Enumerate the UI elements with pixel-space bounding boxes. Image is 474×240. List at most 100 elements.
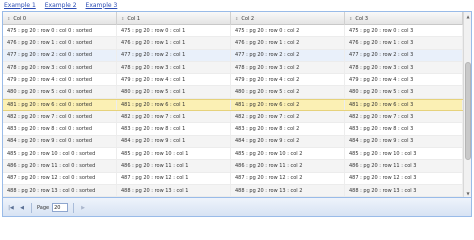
table-cell-col-2: 485 : pg 20 : row 10 : col 2	[231, 147, 345, 160]
table-cell-col-3: 480 : pg 20 : row 5 : col 3	[345, 86, 463, 98]
table-row[interactable]: 482 : pg 20 : row 7 : col 0 : sorted 482 …	[3, 111, 463, 124]
table-cell-col-2: 478 : pg 20 : row 3 : col 2	[231, 61, 345, 74]
next-page-icon[interactable]: ▶	[79, 204, 87, 212]
table-cell-col-1: 479 : pg 20 : row 4 : col 1	[117, 74, 231, 86]
table-cell-col-1: 486 : pg 20 : row 11 : col 1	[117, 160, 231, 172]
table-cell-col-1: 476 : pg 20 : row 1 : col 1	[117, 37, 231, 49]
sort-arrow-icon: ⇕	[235, 16, 239, 21]
table-cell-col-2: 486 : pg 20 : row 11 : col 2	[231, 160, 345, 172]
table-cell-col-0: 478 : pg 20 : row 3 : col 0 : sorted	[3, 61, 117, 74]
column-header-col-1[interactable]: ⇕ Col 1	[117, 12, 231, 25]
table-row[interactable]: 479 : pg 20 : row 4 : col 0 : sorted 479 …	[3, 74, 463, 87]
table-row[interactable]: 478 : pg 20 : row 3 : col 0 : sorted 478 …	[3, 61, 463, 75]
table-cell-col-1: 477 : pg 20 : row 2 : col 1	[117, 49, 231, 61]
table-row[interactable]: 485 : pg 20 : row 10 : col 0 : sorted 485…	[3, 147, 463, 161]
table-cell-col-1: 478 : pg 20 : row 3 : col 1	[117, 61, 231, 74]
table-cell-col-3: 475 : pg 20 : row 0 : col 3	[345, 25, 463, 37]
table-cell-col-2: 480 : pg 20 : row 5 : col 2	[231, 86, 345, 98]
example-3-link[interactable]: Example 3	[86, 2, 118, 9]
table-cell-col-3: 487 : pg 20 : row 12 : col 3	[345, 172, 463, 184]
vertical-scrollbar[interactable]: ▲ ▼	[463, 12, 471, 197]
table-cell-col-2: 483 : pg 20 : row 8 : col 2	[231, 123, 345, 135]
table-row[interactable]: 477 : pg 20 : row 2 : col 0 : sorted 477 …	[3, 49, 463, 62]
table-cell-col-0: 486 : pg 20 : row 11 : col 0 : sorted	[3, 160, 117, 172]
sort-arrow-icon: ⇕	[349, 16, 353, 21]
table-cell-col-3: 481 : pg 20 : row 6 : col 3	[345, 99, 463, 111]
table-cell-col-0: 481 : pg 20 : row 6 : col 0 : sorted	[3, 99, 117, 111]
table-row[interactable]: 476 : pg 20 : row 1 : col 0 : sorted 476 …	[3, 37, 463, 50]
table-cell-col-1: 475 : pg 20 : row 0 : col 1	[117, 25, 231, 37]
sort-arrow-icon: ⇕	[7, 16, 11, 21]
table-cell-col-2: 484 : pg 20 : row 9 : col 2	[231, 135, 345, 147]
table-row[interactable]: 480 : pg 20 : row 5 : col 0 : sorted 480 …	[3, 86, 463, 99]
table-cell-col-2: 487 : pg 20 : row 12 : col 2	[231, 172, 345, 184]
table-cell-col-2: 477 : pg 20 : row 2 : col 2	[231, 49, 345, 61]
table-cell-col-0: 488 : pg 20 : row 13 : col 0 : sorted	[3, 184, 117, 197]
column-header-col-2[interactable]: ⇕ Col 2	[231, 12, 345, 25]
table-cell-col-2: 482 : pg 20 : row 7 : col 2	[231, 111, 345, 123]
column-header-label: Col 3	[355, 15, 369, 22]
table-row[interactable]: 483 : pg 20 : row 8 : col 0 : sorted 483 …	[3, 123, 463, 136]
table-cell-col-1: 484 : pg 20 : row 9 : col 1	[117, 135, 231, 147]
table-cell-col-1: 483 : pg 20 : row 8 : col 1	[117, 123, 231, 135]
column-header-col-3[interactable]: ⇕ Col 3	[345, 12, 463, 25]
table-cell-col-3: 488 : pg 20 : row 13 : col 3	[345, 184, 463, 197]
scrollbar-thumb[interactable]	[465, 62, 471, 160]
example-2-link[interactable]: Example 2	[45, 2, 77, 9]
column-header-label: Col 0	[13, 15, 27, 22]
table-cell-col-3: 477 : pg 20 : row 2 : col 3	[345, 49, 463, 61]
table-row[interactable]: 488 : pg 20 : row 13 : col 0 : sorted 488…	[3, 184, 463, 197]
table-cell-col-1: 488 : pg 20 : row 13 : col 1	[117, 184, 231, 197]
table-cell-col-1: 481 : pg 20 : row 6 : col 1	[117, 99, 231, 111]
table-cell-col-3: 483 : pg 20 : row 8 : col 3	[345, 123, 463, 135]
table-cell-col-2: 481 : pg 20 : row 6 : col 2	[231, 99, 345, 111]
table-cell-col-3: 482 : pg 20 : row 7 : col 3	[345, 111, 463, 123]
table-cell-col-3: 485 : pg 20 : row 10 : col 3	[345, 147, 463, 160]
table-cell-col-3: 486 : pg 20 : row 11 : col 3	[345, 160, 463, 172]
table-cell-col-1: 482 : pg 20 : row 7 : col 1	[117, 111, 231, 123]
column-header-label: Col 1	[127, 15, 141, 22]
table-cell-col-3: 476 : pg 20 : row 1 : col 3	[345, 37, 463, 49]
table-cell-col-1: 487 : pg 20 : row 12 : col 1	[117, 172, 231, 184]
table-row[interactable]: 486 : pg 20 : row 11 : col 0 : sorted 486…	[3, 160, 463, 173]
table-cell-col-0: 482 : pg 20 : row 7 : col 0 : sorted	[3, 111, 117, 123]
data-grid: ⇕ Col 0 ⇕ Col 1 ⇕ Col 2 ⇕ Col 3 475 : pg…	[2, 11, 472, 217]
table-cell-col-0: 479 : pg 20 : row 4 : col 0 : sorted	[3, 74, 117, 86]
column-header-label: Col 2	[241, 15, 255, 22]
table-cell-col-1: 485 : pg 20 : row 10 : col 1	[117, 147, 231, 160]
table-cell-col-0: 476 : pg 20 : row 1 : col 0 : sorted	[3, 37, 117, 49]
table-row[interactable]: 487 : pg 20 : row 12 : col 0 : sorted 487…	[3, 172, 463, 185]
example-1-link[interactable]: Example 1	[4, 2, 36, 9]
table-cell-col-0: 480 : pg 20 : row 5 : col 0 : sorted	[3, 86, 117, 98]
page-label: Page	[37, 204, 50, 211]
table-cell-col-0: 483 : pg 20 : row 8 : col 0 : sorted	[3, 123, 117, 135]
table-cell-col-2: 488 : pg 20 : row 13 : col 2	[231, 184, 345, 197]
table-row[interactable]: 475 : pg 20 : row 0 : col 0 : sorted 475 …	[3, 25, 463, 38]
pager-separator	[31, 202, 32, 213]
grid-header: ⇕ Col 0 ⇕ Col 1 ⇕ Col 2 ⇕ Col 3	[3, 12, 463, 25]
selected-table-row[interactable]: 481 : pg 20 : row 6 : col 0 : sorted 481 …	[3, 98, 463, 112]
table-cell-col-3: 484 : pg 20 : row 9 : col 3	[345, 135, 463, 147]
scroll-down-icon[interactable]: ▼	[464, 189, 471, 197]
table-cell-col-1: 480 : pg 20 : row 5 : col 1	[117, 86, 231, 98]
column-header-col-0[interactable]: ⇕ Col 0	[3, 12, 117, 25]
table-cell-col-3: 479 : pg 20 : row 4 : col 3	[345, 74, 463, 86]
grid-body: 475 : pg 20 : row 0 : col 0 : sorted 475 …	[3, 25, 463, 197]
pager-separator	[73, 202, 75, 213]
table-row[interactable]: 484 : pg 20 : row 9 : col 0 : sorted 484 …	[3, 135, 463, 148]
table-cell-col-0: 485 : pg 20 : row 10 : col 0 : sorted	[3, 147, 117, 160]
table-cell-col-0: 477 : pg 20 : row 2 : col 0 : sorted	[3, 49, 117, 61]
sort-arrow-icon: ⇕	[121, 16, 125, 21]
prev-page-icon[interactable]: ◀	[18, 204, 26, 212]
table-cell-col-0: 475 : pg 20 : row 0 : col 0 : sorted	[3, 25, 117, 37]
scroll-up-icon[interactable]: ▲	[464, 12, 471, 20]
table-cell-col-2: 479 : pg 20 : row 4 : col 2	[231, 74, 345, 86]
pager-toolbar: |◀ ◀ Page ▶	[3, 197, 471, 216]
page-number-input[interactable]	[52, 203, 69, 212]
table-cell-col-0: 484 : pg 20 : row 9 : col 0 : sorted	[3, 135, 117, 147]
table-cell-col-3: 478 : pg 20 : row 3 : col 3	[345, 61, 463, 74]
first-page-icon[interactable]: |◀	[7, 204, 15, 212]
table-cell-col-0: 487 : pg 20 : row 12 : col 0 : sorted	[3, 172, 117, 184]
table-cell-col-2: 475 : pg 20 : row 0 : col 2	[231, 25, 345, 37]
table-cell-col-2: 476 : pg 20 : row 1 : col 2	[231, 37, 345, 49]
